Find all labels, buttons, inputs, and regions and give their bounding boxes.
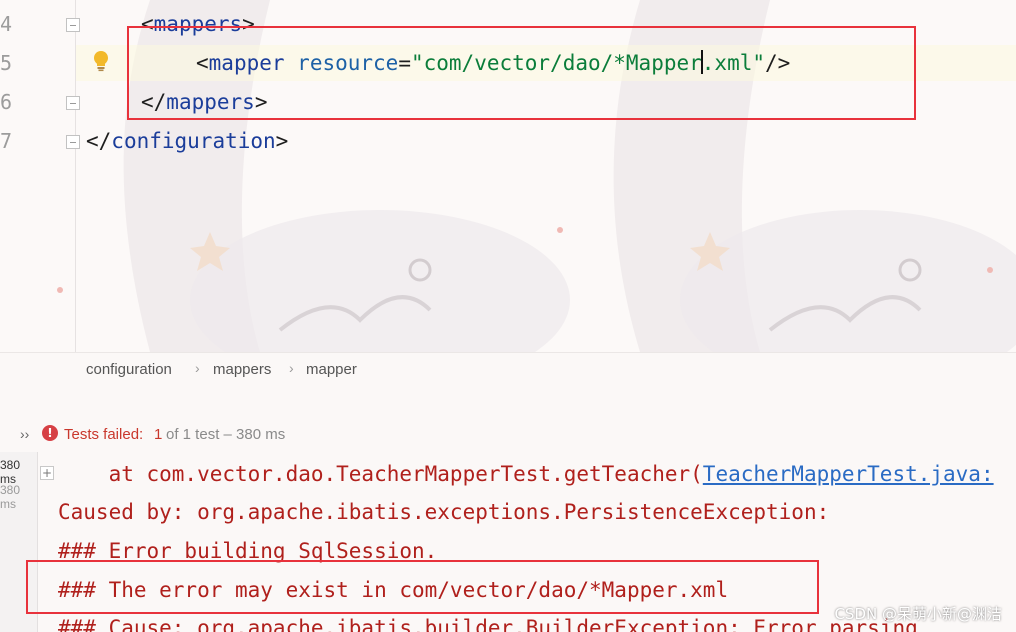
source-link[interactable]: TeacherMapperTest.java:	[703, 462, 994, 486]
line-number: 7	[0, 129, 13, 153]
line-number: 6	[0, 90, 13, 114]
breadcrumb-item-configuration[interactable]: configuration	[86, 361, 172, 378]
xml-tag-name: configuration	[111, 129, 276, 153]
fold-icon[interactable]	[66, 96, 80, 110]
console-line-caused-by: Caused by: org.apache.ibatis.exceptions.…	[58, 500, 830, 524]
expand-chevrons-icon[interactable]: ››	[20, 426, 29, 442]
code-line-configuration-close[interactable]: </configuration>	[86, 127, 288, 155]
breadcrumb-separator: ›	[195, 360, 200, 376]
xml-bracket: >	[275, 129, 289, 153]
expand-icon[interactable]: +	[40, 466, 54, 480]
breadcrumb: configuration › mappers › mapper	[0, 352, 1016, 387]
run-tool-window: ›› ! Tests failed: 1 of 1 test – 380 ms …	[0, 386, 1016, 632]
test-duration: 380 ms	[0, 483, 21, 511]
tests-failed-label: Tests failed:	[64, 426, 144, 443]
test-summary: of 1 test – 380 ms	[166, 426, 286, 443]
fold-icon[interactable]	[66, 135, 80, 149]
breadcrumb-separator: ›	[289, 360, 294, 376]
test-status-bar: ›› ! Tests failed: 1 of 1 test – 380 ms	[0, 416, 1016, 452]
fold-icon[interactable]	[66, 18, 80, 32]
code-editor[interactable]: 4 5 6 7 <mappers> <mapper resource="com/…	[0, 0, 1016, 352]
csdn-watermark: CSDN @呆萌小新@渊洁	[834, 605, 1002, 623]
line-gutter: 4 5 6 7	[0, 0, 80, 352]
highlight-box-error-location	[26, 560, 819, 614]
failed-count: 1	[154, 426, 163, 443]
stacktrace-text: at com.vector.dao.TeacherMapperTest.getT…	[58, 462, 703, 486]
lightbulb-icon[interactable]	[93, 50, 109, 72]
line-number: 5	[0, 51, 13, 75]
breadcrumb-item-mappers[interactable]: mappers	[213, 361, 271, 378]
console-line-stacktrace: at com.vector.dao.TeacherMapperTest.getT…	[58, 460, 994, 488]
error-circle-icon: !	[42, 425, 58, 441]
breadcrumb-item-mapper[interactable]: mapper	[306, 361, 357, 378]
highlight-box-mapper-config	[127, 26, 916, 120]
test-duration: 380 ms	[0, 458, 21, 486]
line-number: 4	[0, 12, 13, 36]
console-line-cause: ### Cause: org.apache.ibatis.builder.Bui…	[58, 616, 918, 632]
xml-bracket: </	[86, 129, 112, 153]
